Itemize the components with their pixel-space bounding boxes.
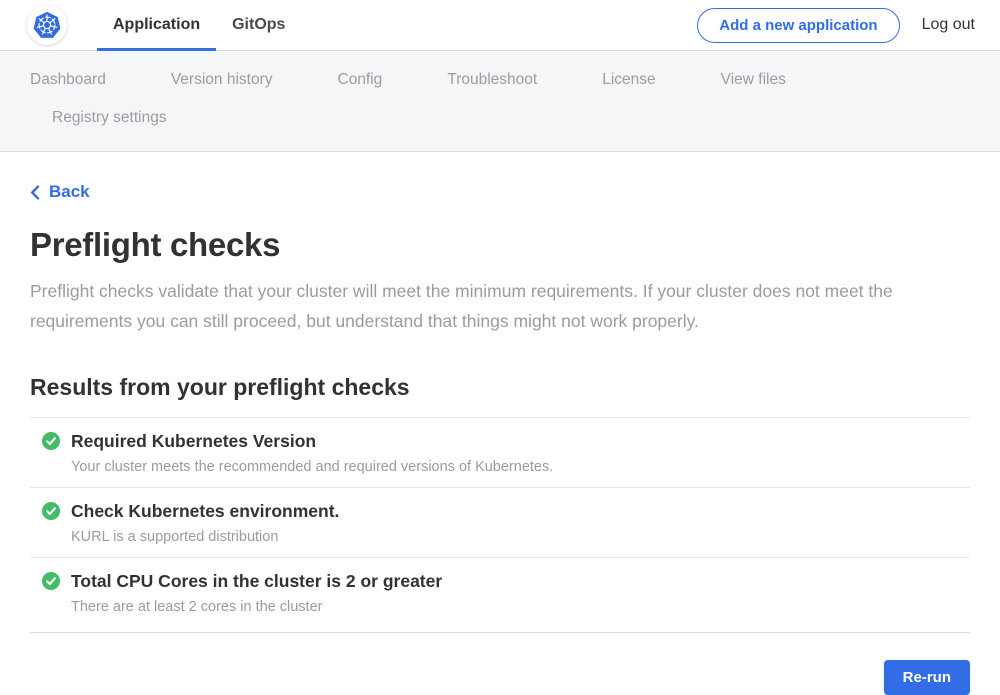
check-title: Total CPU Cores in the cluster is 2 or g… [71, 571, 442, 592]
subnav-item-license[interactable]: License [602, 61, 655, 99]
tab-gitops[interactable]: GitOps [216, 0, 301, 50]
subnav-item-registry-settings[interactable]: Registry settings [52, 99, 167, 137]
page-title: Preflight checks [30, 226, 970, 264]
check-message: There are at least 2 cores in the cluste… [42, 599, 958, 615]
back-link[interactable]: Back [30, 182, 90, 202]
check-title: Required Kubernetes Version [71, 431, 316, 452]
check-circle-icon [42, 502, 60, 520]
subnav-item-dashboard[interactable]: Dashboard [30, 61, 106, 99]
back-link-label: Back [49, 182, 90, 202]
check-circle-icon [42, 432, 60, 450]
check-message: KURL is a supported distribution [42, 529, 958, 545]
app-subnav: Dashboard Version history Config Trouble… [0, 51, 1000, 152]
logout-link[interactable]: Log out [922, 16, 975, 34]
tab-application[interactable]: Application [97, 0, 216, 50]
subnav-item-view-files[interactable]: View files [721, 61, 786, 99]
tab-application-label: Application [113, 16, 200, 34]
preflight-check-row: Check Kubernetes environment. KURL is a … [30, 488, 970, 557]
topnav-right: Add a new application Log out [697, 0, 1000, 50]
top-navbar: Application GitOps Add a new application… [0, 0, 1000, 51]
subnav-item-config[interactable]: Config [338, 61, 383, 99]
preflight-check-row: Total CPU Cores in the cluster is 2 or g… [30, 558, 970, 627]
subnav-row-1: Dashboard Version history Config Trouble… [30, 61, 970, 99]
check-message: Your cluster meets the recommended and r… [42, 459, 958, 475]
subnav-item-version-history[interactable]: Version history [171, 61, 273, 99]
rerun-button[interactable]: Re-run [884, 660, 970, 695]
tab-gitops-label: GitOps [232, 16, 285, 34]
kubernetes-logo-icon [27, 5, 67, 45]
app-logo [0, 0, 97, 50]
preflight-check-row: Required Kubernetes Version Your cluster… [30, 418, 970, 487]
page-description: Preflight checks validate that your clus… [30, 276, 940, 336]
add-new-application-button[interactable]: Add a new application [697, 8, 899, 43]
subnav-row-2: Registry settings [30, 99, 970, 137]
main-content: Back Preflight checks Preflight checks v… [30, 152, 970, 695]
footer-actions: Re-run [30, 660, 970, 695]
divider [30, 632, 970, 633]
subnav-item-troubleshoot[interactable]: Troubleshoot [447, 61, 537, 99]
check-title: Check Kubernetes environment. [71, 501, 339, 522]
results-title: Results from your preflight checks [30, 374, 970, 401]
check-circle-icon [42, 572, 60, 590]
chevron-left-icon [30, 185, 40, 200]
primary-tabs: Application GitOps [97, 0, 301, 50]
